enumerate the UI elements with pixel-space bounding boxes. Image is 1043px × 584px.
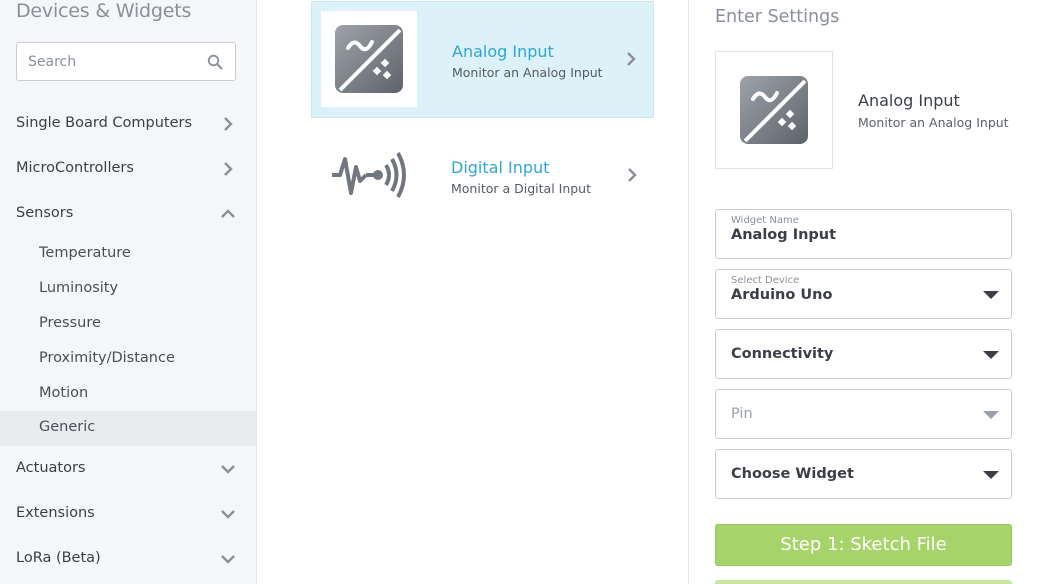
caret-down-icon: [983, 291, 999, 299]
widget-name-value[interactable]: Analog Input: [731, 227, 836, 243]
search-box[interactable]: [16, 42, 236, 81]
subcategory-pressure[interactable]: Pressure: [0, 307, 256, 342]
chevron-right-icon: [224, 162, 233, 176]
widget-thumbnail: [320, 127, 416, 223]
category-lora-beta[interactable]: LoRa (Beta): [0, 539, 256, 579]
subcategory-label: Generic: [39, 419, 96, 435]
widget-title: Analog Input: [452, 42, 554, 61]
widget-description: Monitor a Digital Input: [451, 181, 592, 196]
preview-description: Monitor an Analog Input: [858, 115, 1009, 130]
choose-widget-value: Choose Widget: [731, 466, 854, 482]
chevron-down-icon: [221, 510, 235, 519]
category-label: Extensions: [16, 505, 95, 521]
category-label: Single Board Computers: [16, 115, 193, 131]
subcategory-label: Motion: [39, 385, 89, 401]
select-device-label: Select Device: [731, 275, 800, 286]
chevron-right-icon: [224, 117, 233, 131]
subcategory-label: Pressure: [39, 315, 101, 331]
widget-preview: [715, 51, 833, 169]
category-label: LoRa (Beta): [16, 550, 101, 566]
category-label: Actuators: [16, 460, 86, 476]
next-step-button-partial[interactable]: [715, 580, 1012, 584]
widget-name-field[interactable]: Widget Name Analog Input: [715, 209, 1012, 259]
widget-title: Digital Input: [451, 158, 550, 177]
connectivity-dropdown[interactable]: Connectivity: [715, 329, 1012, 379]
settings-panel: Enter Settings Analog Input Monitor an A…: [688, 0, 1043, 584]
widget-thumbnail: [321, 11, 417, 107]
widget-item-digital-input[interactable]: Digital Input Monitor a Digital Input: [311, 118, 654, 235]
widget-description: Monitor an Analog Input: [452, 65, 603, 80]
category-sensors[interactable]: Sensors: [0, 194, 256, 234]
sidebar: Devices & Widgets Single Board Computers…: [0, 0, 257, 584]
chevron-right-icon: [627, 52, 636, 66]
category-single-board-computers[interactable]: Single Board Computers: [0, 104, 256, 144]
step-1-sketch-file-button[interactable]: Step 1: Sketch File: [715, 524, 1012, 566]
search-input[interactable]: [28, 52, 198, 72]
pin-value: Pin: [731, 406, 753, 422]
analog-input-icon: [335, 25, 403, 93]
category-microcontrollers[interactable]: MicroControllers: [0, 149, 256, 189]
sidebar-title: Devices & Widgets: [16, 0, 192, 22]
chevron-down-icon: [221, 555, 235, 564]
chevron-up-icon: [221, 209, 235, 218]
category-actuators[interactable]: Actuators: [0, 449, 256, 489]
connectivity-value: Connectivity: [731, 346, 834, 362]
settings-title: Enter Settings: [715, 7, 840, 27]
subcategory-proximity-distance[interactable]: Proximity/Distance: [0, 342, 256, 377]
widget-item-analog-input[interactable]: Analog Input Monitor an Analog Input: [311, 1, 654, 118]
analog-input-icon: [740, 76, 808, 144]
category-label: Sensors: [16, 205, 74, 221]
chevron-down-icon: [221, 465, 235, 474]
preview-title: Analog Input: [858, 91, 960, 110]
category-extensions[interactable]: Extensions: [0, 494, 256, 534]
subcategory-label: Proximity/Distance: [39, 350, 175, 366]
choose-widget-dropdown[interactable]: Choose Widget: [715, 449, 1012, 499]
subcategory-label: Temperature: [39, 245, 131, 261]
caret-down-icon: [983, 411, 999, 419]
subcategory-temperature[interactable]: Temperature: [0, 237, 256, 272]
select-device-dropdown[interactable]: Select Device Arduino Uno: [715, 269, 1012, 319]
subcategory-generic[interactable]: Generic: [0, 411, 256, 446]
select-device-value: Arduino Uno: [731, 287, 833, 303]
chevron-right-icon: [628, 168, 637, 182]
category-label: MicroControllers: [16, 160, 134, 176]
pin-dropdown[interactable]: Pin: [715, 389, 1012, 439]
subcategory-motion[interactable]: Motion: [0, 377, 256, 412]
search-icon[interactable]: [207, 54, 223, 70]
caret-down-icon: [983, 351, 999, 359]
subcategory-luminosity[interactable]: Luminosity: [0, 272, 256, 307]
subcategory-label: Luminosity: [39, 280, 119, 296]
digital-input-icon: [332, 152, 406, 198]
caret-down-icon: [983, 471, 999, 479]
widget-name-label: Widget Name: [731, 215, 799, 226]
